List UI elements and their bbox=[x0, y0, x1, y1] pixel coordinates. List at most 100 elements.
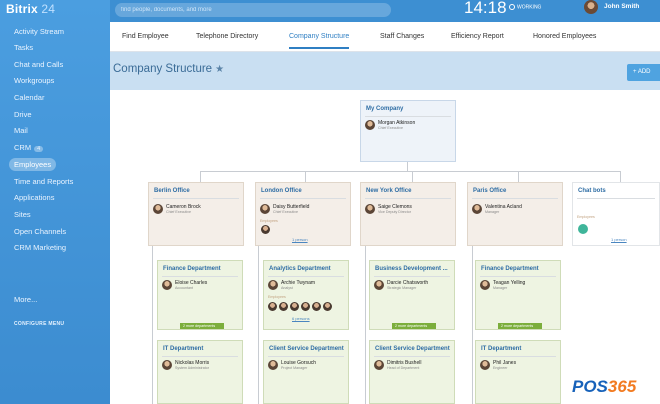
avatar bbox=[365, 204, 375, 214]
person-role: Analyst bbox=[281, 286, 293, 290]
sidebar-item-time-reports[interactable]: Time and Reports bbox=[14, 177, 73, 186]
page-title: Company Structure ★ bbox=[113, 63, 225, 75]
sidebar-item-applications[interactable]: Applications bbox=[14, 193, 54, 202]
connector-line bbox=[305, 171, 306, 182]
org-box-analytics-dept[interactable]: Analytics Department Archie Twynam Analy… bbox=[263, 260, 349, 330]
org-box-finance-dept-paris[interactable]: Finance Department Teagan Yelling Manage… bbox=[475, 260, 561, 330]
page-header: Company Structure ★ + ADD bbox=[110, 52, 660, 90]
tab-bar: Find Employee Telephone Directory Compan… bbox=[110, 22, 660, 52]
pos365-logo: POS365 bbox=[572, 377, 637, 396]
org-box-london-office[interactable]: London Office Daisy Butterfield Chief Ex… bbox=[255, 182, 351, 246]
employees-link[interactable]: 6 persons bbox=[292, 316, 310, 321]
org-box-newyork-office[interactable]: New York Office Saige Clemons Vice Deput… bbox=[360, 182, 456, 246]
connector-line bbox=[472, 246, 473, 404]
sidebar-item-sites[interactable]: Sites bbox=[14, 210, 31, 219]
sidebar-item-drive[interactable]: Drive bbox=[14, 110, 32, 119]
avatar bbox=[374, 280, 384, 290]
employees-link[interactable]: 1 person bbox=[292, 237, 308, 242]
employee-avatar[interactable] bbox=[312, 302, 321, 311]
more-departments-badge[interactable]: 2 more departments bbox=[392, 323, 436, 329]
org-box-business-dev-dept[interactable]: Business Development ... Darcie Chatswor… bbox=[369, 260, 455, 330]
divider bbox=[365, 198, 451, 199]
connector-line bbox=[152, 246, 153, 404]
org-box-it-dept-paris[interactable]: IT Department Phil Janes Engineer bbox=[475, 340, 561, 404]
employee-avatar[interactable] bbox=[323, 302, 332, 311]
org-box-berlin-office[interactable]: Berlin Office Cameron Brock Chief Execut… bbox=[148, 182, 244, 246]
org-box-chat-bots[interactable]: Chat bots Employees 1 person bbox=[572, 182, 660, 246]
employee-avatar[interactable] bbox=[279, 302, 288, 311]
more-departments-badge[interactable]: 2 more departments bbox=[498, 323, 542, 329]
work-status[interactable]: WORKING bbox=[509, 4, 541, 10]
box-title: Business Development ... bbox=[375, 266, 448, 272]
box-title: Paris Office bbox=[473, 188, 507, 194]
sidebar-more[interactable]: More... bbox=[14, 295, 37, 304]
person-role: Project Manager bbox=[281, 366, 308, 370]
person-role: System Administrator bbox=[175, 366, 209, 370]
employees-link[interactable]: 1 person bbox=[611, 237, 627, 242]
box-title: My Company bbox=[366, 106, 404, 112]
tab-telephone-directory[interactable]: Telephone Directory bbox=[196, 33, 258, 40]
sidebar-item-crm[interactable]: CRM 4 bbox=[14, 143, 44, 152]
tab-staff-changes[interactable]: Staff Changes bbox=[380, 33, 424, 40]
avatar bbox=[480, 280, 490, 290]
org-box-paris-office[interactable]: Paris Office Valentina Acland Manager bbox=[467, 182, 563, 246]
person-role: Accountant bbox=[175, 286, 193, 290]
connector-line bbox=[620, 171, 621, 182]
avatar bbox=[260, 204, 270, 214]
employee-avatar[interactable] bbox=[290, 302, 299, 311]
sidebar-item-workgroups[interactable]: Workgroups bbox=[14, 76, 54, 85]
divider bbox=[162, 276, 238, 277]
divider bbox=[365, 116, 451, 117]
connector-line bbox=[407, 162, 408, 171]
search-input[interactable] bbox=[115, 3, 391, 17]
clock: 14:18 bbox=[464, 0, 507, 17]
avatar bbox=[480, 360, 490, 370]
divider bbox=[268, 276, 344, 277]
star-icon[interactable]: ★ bbox=[215, 64, 224, 75]
chat-bot-icon[interactable] bbox=[578, 224, 588, 234]
sidebar-item-tasks[interactable]: Tasks bbox=[14, 43, 33, 52]
tab-honored-employees[interactable]: Honored Employees bbox=[533, 33, 596, 40]
person-role: Manager bbox=[493, 286, 508, 290]
org-box-client-service-dept-ny[interactable]: Client Service Department Dimitris Bushe… bbox=[369, 340, 455, 404]
user-avatar[interactable] bbox=[584, 0, 598, 14]
sidebar-item-mail[interactable]: Mail bbox=[14, 126, 28, 135]
sidebar-item-open-channels[interactable]: Open Channels bbox=[14, 227, 66, 236]
more-departments-badge[interactable]: 2 more departments bbox=[180, 323, 224, 329]
tab-efficiency-report[interactable]: Efficiency Report bbox=[451, 33, 504, 40]
employee-avatar[interactable] bbox=[268, 302, 277, 311]
org-box-root[interactable]: My Company Morgan Atkinson Chief Executi… bbox=[360, 100, 456, 162]
org-box-it-dept[interactable]: IT Department Nickolas Morris System Adm… bbox=[157, 340, 243, 404]
configure-menu[interactable]: CONFIGURE MENU bbox=[14, 321, 64, 327]
box-title: Berlin Office bbox=[154, 188, 190, 194]
sidebar-item-calendar[interactable]: Calendar bbox=[14, 93, 44, 102]
app-logo[interactable]: Bitrix 24 bbox=[6, 2, 55, 16]
box-title: Client Service Department bbox=[269, 346, 344, 352]
connector-line bbox=[518, 171, 519, 182]
employees-label: Employees bbox=[577, 215, 595, 219]
sidebar-item-crm-marketing[interactable]: CRM Marketing bbox=[14, 243, 66, 252]
avatar bbox=[153, 204, 163, 214]
divider bbox=[577, 198, 655, 199]
avatar bbox=[162, 280, 172, 290]
sidebar-item-activity-stream[interactable]: Activity Stream bbox=[14, 27, 64, 36]
avatar bbox=[374, 360, 384, 370]
tab-find-employee[interactable]: Find Employee bbox=[122, 33, 169, 40]
person-role: Strategic Manager bbox=[387, 286, 417, 290]
person-role: Chief Executive bbox=[378, 126, 403, 130]
divider bbox=[260, 198, 346, 199]
employee-avatar[interactable] bbox=[301, 302, 310, 311]
avatar bbox=[268, 280, 278, 290]
employee-avatar[interactable] bbox=[261, 225, 270, 234]
tab-company-structure[interactable]: Company Structure bbox=[289, 33, 350, 49]
divider bbox=[480, 276, 556, 277]
sidebar-item-employees[interactable]: Employees bbox=[9, 158, 57, 171]
add-button[interactable]: + ADD bbox=[627, 64, 660, 81]
org-box-finance-dept[interactable]: Finance Department Eloise Charles Accoun… bbox=[157, 260, 243, 330]
org-box-client-service-dept[interactable]: Client Service Department Louise Gorsuch… bbox=[263, 340, 349, 404]
box-title: Client Service Department bbox=[375, 346, 450, 352]
user-name[interactable]: John Smith bbox=[604, 3, 639, 10]
sidebar-item-chat[interactable]: Chat and Calls bbox=[14, 60, 63, 69]
box-title: IT Department bbox=[163, 346, 204, 352]
connector-line bbox=[412, 171, 413, 182]
